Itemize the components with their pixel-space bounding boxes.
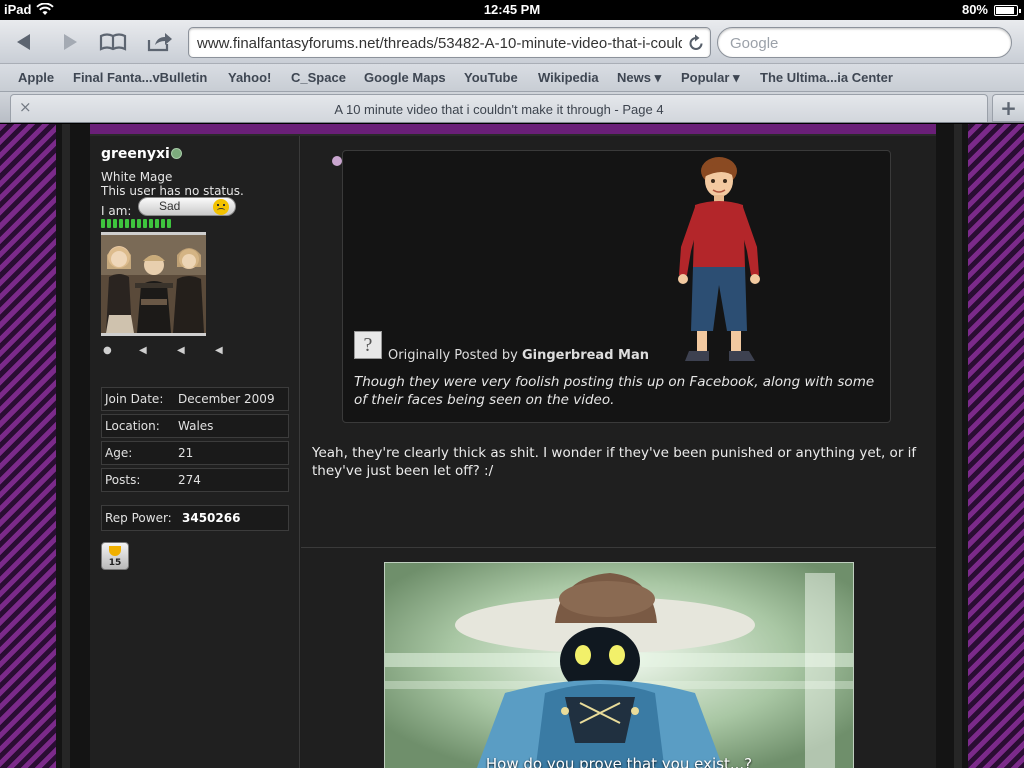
stat-value: Wales [178, 419, 214, 433]
user-info-panel: greenyxi White Mage This user has no sta… [90, 136, 300, 768]
user-avatar[interactable] [101, 232, 206, 336]
bookmark-final-fantasy-vbulletin[interactable]: Final Fanta...vBulletin [73, 70, 207, 85]
battery-percent: 80% [961, 2, 988, 17]
mood-text: Sad [159, 199, 181, 213]
quote-block: ? Originally Posted by Gingerbread Man T… [342, 150, 891, 423]
bookmark-wikipedia[interactable]: Wikipedia [538, 70, 599, 85]
battery-icon [994, 5, 1021, 16]
signature-divider [301, 547, 936, 548]
sad-face-icon [213, 199, 229, 215]
back-icon[interactable] [6, 28, 42, 56]
bookmark-c-space[interactable]: C_Space [291, 70, 346, 85]
stat-age: Age: 21 [101, 441, 289, 465]
bookmark-google-maps[interactable]: Google Maps [364, 70, 446, 85]
quote-author-link[interactable]: Gingerbread Man [522, 348, 649, 363]
bookmark-youtube[interactable]: YouTube [464, 70, 518, 85]
tab-title: A 10 minute video that i couldn't make i… [334, 102, 664, 117]
address-bar[interactable]: www.finalfantasyforums.net/threads/53482… [188, 27, 711, 58]
search-input[interactable]: Google [717, 27, 1012, 58]
posts-arrow-icon[interactable]: ◀ [215, 345, 223, 356]
stat-value: December 2009 [178, 392, 275, 406]
message-arrow-icon[interactable]: ◀ [177, 345, 185, 356]
bookmark-yahoo[interactable]: Yahoo! [228, 70, 271, 85]
award-number: 15 [108, 558, 122, 568]
award-trophy-icon[interactable]: 15 [101, 542, 129, 570]
stat-posts: Posts: 274 [101, 468, 289, 492]
bookmark-apple[interactable]: Apple [18, 70, 54, 85]
tab-bar: × A 10 minute video that i couldn't make… [0, 92, 1024, 123]
signature-image: How do you prove that you exist...? [384, 562, 854, 768]
search-placeholder: Google [730, 35, 779, 52]
stat-key: Join Date: [105, 392, 164, 406]
bookmark-news-menu[interactable]: News ▾ [617, 70, 661, 86]
bookmark-popular-menu[interactable]: Popular ▾ [681, 70, 740, 86]
reputation-bar [101, 219, 171, 228]
signature-caption: How do you prove that you exist...? [485, 755, 753, 768]
mood-label: I am: [101, 204, 132, 218]
new-tab-button[interactable]: + [992, 94, 1024, 122]
ios-status-bar: iPad 12:45 PM 80% [0, 0, 1024, 20]
reload-icon[interactable] [688, 34, 704, 56]
bookmarks-bar: Apple Final Fanta...vBulletin Yahoo! C_S… [0, 64, 1024, 92]
post-icon [332, 156, 342, 166]
user-status: This user has no status. [101, 184, 244, 198]
url-text: www.finalfantasyforums.net/threads/53482… [197, 35, 682, 52]
plus-icon: + [1000, 96, 1017, 120]
bookmark-ultimania-center[interactable]: The Ultima...ia Center [760, 70, 893, 85]
rep-power-label: Rep Power: [105, 511, 172, 525]
browser-toolbar: www.finalfantasyforums.net/threads/53482… [0, 20, 1024, 64]
stat-location: Location: Wales [101, 414, 289, 438]
quote-author-avatar [673, 151, 773, 369]
clock: 12:45 PM [483, 2, 541, 17]
web-page: greenyxi White Mage This user has no sta… [0, 124, 1024, 768]
stat-value: 274 [178, 473, 201, 487]
header-strip [90, 124, 936, 136]
user-title: White Mage [101, 170, 173, 184]
stat-key: Location: [105, 419, 160, 433]
tab-current[interactable]: × A 10 minute video that i couldn't make… [10, 94, 988, 122]
online-status-icon [171, 148, 182, 159]
profile-arrow-icon[interactable]: ◀ [139, 345, 147, 356]
share-icon[interactable] [142, 28, 178, 56]
post-body: ? Originally Posted by Gingerbread Man T… [301, 136, 936, 768]
stat-value: 21 [178, 446, 194, 460]
forum-content: greenyxi White Mage This user has no sta… [90, 124, 936, 768]
rep-power: Rep Power: 3450266 [101, 505, 289, 531]
stat-key: Age: [105, 446, 133, 460]
online-dot-icon: ● [103, 345, 112, 356]
forward-icon[interactable] [52, 28, 88, 56]
quote-header: Originally Posted by Gingerbread Man [388, 348, 649, 363]
mood-badge: Sad [138, 197, 236, 216]
bookmarks-icon[interactable] [95, 28, 131, 56]
post-message: Yeah, they're clearly thick as shit. I w… [312, 445, 917, 479]
username-link[interactable]: greenyxi [101, 146, 170, 162]
stat-join-date: Join Date: December 2009 [101, 387, 289, 411]
rep-power-value: 3450266 [182, 511, 241, 525]
quote-text: Though they were very foolish posting th… [354, 374, 875, 408]
quote-avatar-placeholder-icon: ? [354, 331, 382, 359]
quote-prefix: Originally Posted by [388, 348, 518, 363]
user-action-icons: ● ◀ ◀ ◀ [101, 344, 241, 358]
stat-key: Posts: [105, 473, 141, 487]
